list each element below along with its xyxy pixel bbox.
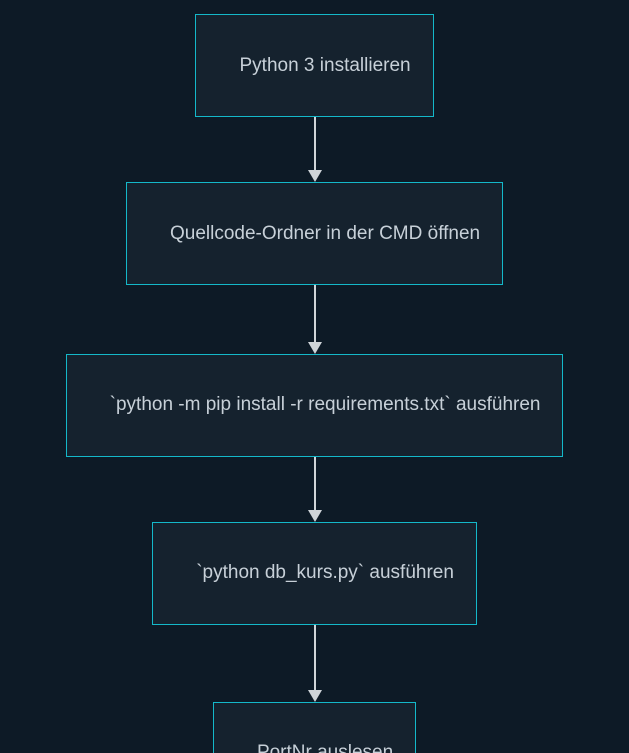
step-open-cmd: Quellcode-Ordner in der CMD öffnen (126, 182, 503, 285)
node-label: PortNr auslesen (257, 742, 393, 753)
node-label: `python db_kurs.py` ausführen (196, 562, 454, 583)
node-label: `python -m pip install -r requirements.t… (110, 394, 541, 415)
arrow-icon (308, 625, 322, 702)
step-read-port: PortNr auslesen (213, 702, 416, 753)
step-run-db-kurs: `python db_kurs.py` ausführen (152, 522, 477, 625)
step-pip-install: `python -m pip install -r requirements.t… (66, 354, 564, 457)
arrow-head (308, 342, 322, 354)
flowchart: Python 3 installieren Quellcode-Ordner i… (0, 0, 629, 753)
step-install-python: Python 3 installieren (195, 14, 433, 117)
arrow-icon (308, 117, 322, 182)
arrow-line (314, 285, 316, 343)
node-label: Python 3 installieren (240, 55, 411, 76)
arrow-line (314, 117, 316, 171)
arrow-line (314, 625, 316, 691)
arrow-head (308, 510, 322, 522)
arrow-icon (308, 285, 322, 354)
arrow-head (308, 690, 322, 702)
arrow-line (314, 457, 316, 511)
arrow-head (308, 170, 322, 182)
arrow-icon (308, 457, 322, 522)
node-label: Quellcode-Ordner in der CMD öffnen (170, 223, 480, 244)
